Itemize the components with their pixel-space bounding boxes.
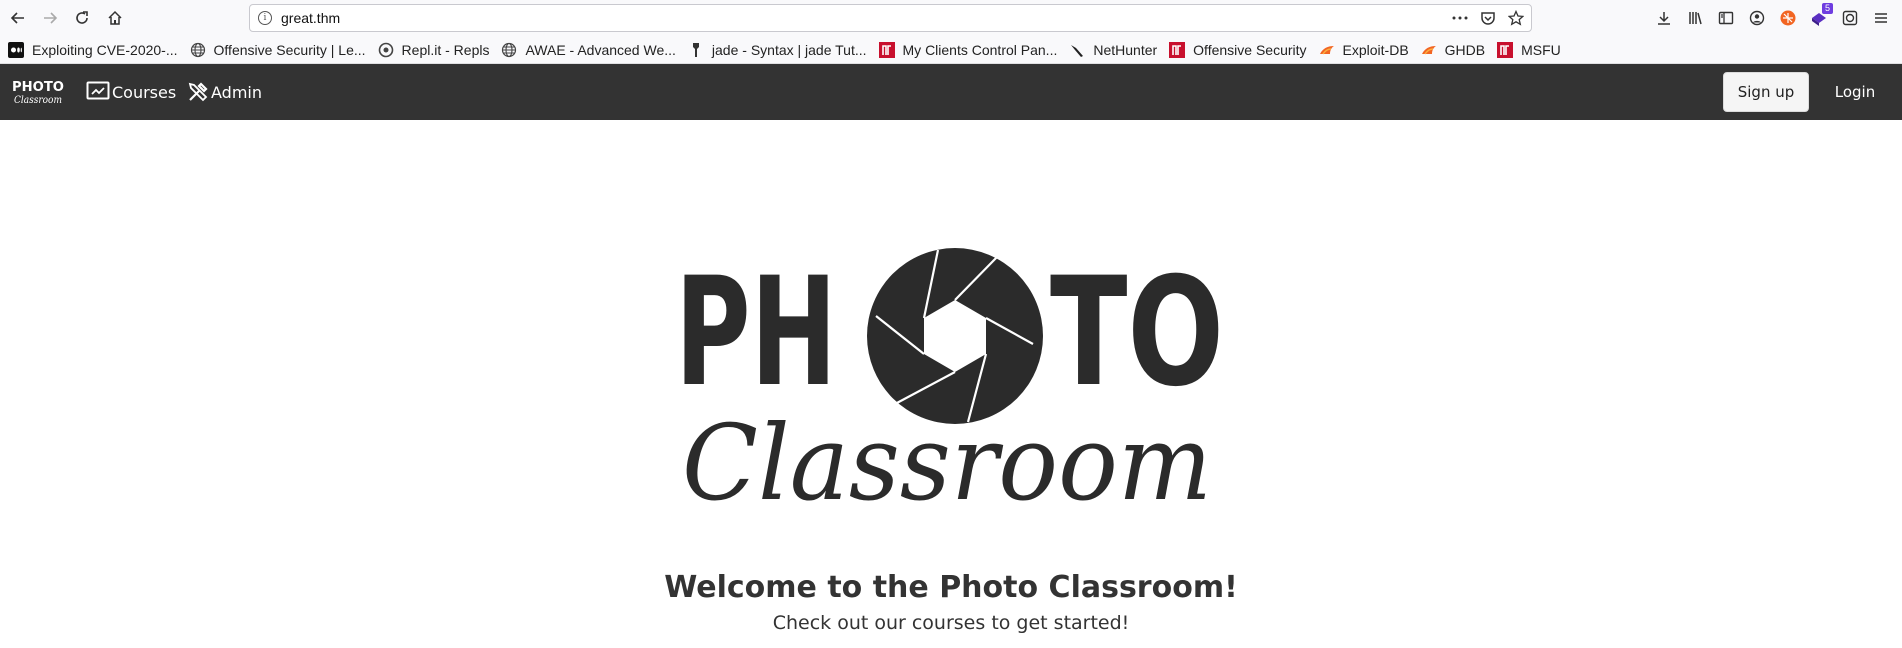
- medium-icon: [8, 41, 24, 58]
- bookmark-item[interactable]: MSFU: [1497, 41, 1561, 58]
- home-icon: [108, 10, 122, 25]
- logo-text-ph: PH: [676, 246, 837, 420]
- info-icon[interactable]: i: [258, 11, 272, 25]
- logo-text-classroom: Classroom: [682, 402, 1212, 514]
- exploitdb-icon: [1319, 42, 1335, 58]
- forward-button[interactable]: [36, 4, 64, 32]
- bookmark-label: GHDB: [1444, 41, 1486, 58]
- aperture-icon: [867, 248, 1043, 424]
- bookmark-item[interactable]: Exploit-DB: [1319, 42, 1409, 58]
- bookmarks-bar: Exploiting CVE-2020-... Offensive Securi…: [0, 36, 1902, 64]
- back-button[interactable]: [4, 4, 32, 32]
- url-actions: [1451, 9, 1525, 27]
- bookmark-item[interactable]: GHDB: [1421, 42, 1485, 58]
- extension-icon[interactable]: [1776, 6, 1800, 30]
- bookmark-item[interactable]: Exploiting CVE-2020-...: [8, 41, 178, 58]
- offsec-icon: [1497, 41, 1514, 58]
- bookmark-item[interactable]: NetHunter: [1069, 42, 1157, 58]
- account-icon[interactable]: [1745, 6, 1769, 30]
- offsec-icon: [878, 41, 895, 58]
- exploitdb-icon: [1421, 42, 1437, 58]
- replit-icon: [378, 42, 394, 58]
- presentation-icon: [86, 81, 110, 100]
- bookmark-label: Exploiting CVE-2020-...: [32, 41, 178, 58]
- browser-toolbar: i great.thm 5: [0, 0, 1902, 36]
- more-icon[interactable]: [1451, 9, 1469, 27]
- bookmark-label: AWAE - Advanced We...: [525, 41, 676, 58]
- extension-badge: 5: [1822, 3, 1833, 14]
- extension-icon[interactable]: [1838, 6, 1862, 30]
- offsec-icon: [1169, 41, 1186, 58]
- signup-button[interactable]: Sign up: [1723, 72, 1809, 112]
- bookmark-label: MSFU: [1521, 41, 1561, 58]
- bookmark-item[interactable]: Offensive Security: [1169, 41, 1307, 58]
- bookmark-item[interactable]: Repl.it - Repls: [378, 41, 490, 58]
- bookmark-item[interactable]: My Clients Control Pan...: [878, 41, 1058, 58]
- bookmark-label: My Clients Control Pan...: [902, 41, 1058, 58]
- welcome-title: Welcome to the Photo Classroom!: [664, 570, 1238, 605]
- bookmark-item[interactable]: AWAE - Advanced We...: [501, 41, 676, 58]
- login-button[interactable]: Login: [1821, 72, 1889, 112]
- globe-icon: [190, 42, 206, 58]
- logo-text-to: TO: [1050, 246, 1224, 420]
- tools-icon: [188, 82, 208, 102]
- reload-icon: [76, 11, 88, 24]
- library-icon[interactable]: [1683, 6, 1707, 30]
- bookmark-item[interactable]: jade - Syntax | jade Tut...: [688, 42, 867, 58]
- bookmark-star-icon[interactable]: [1507, 9, 1525, 27]
- brand-logo-top: PHOTO: [12, 80, 64, 95]
- reload-button[interactable]: [68, 4, 96, 32]
- extension-icon[interactable]: 5: [1807, 3, 1833, 30]
- nav-link-label: Admin: [211, 82, 262, 102]
- pocket-icon[interactable]: [1479, 9, 1497, 27]
- download-icon[interactable]: [1652, 6, 1676, 30]
- bookmark-label: Offensive Security | Le...: [213, 41, 366, 58]
- brand-logo-bottom: Classroom: [14, 95, 62, 106]
- bookmark-label: Offensive Security: [1193, 41, 1307, 58]
- nav-link-admin[interactable]: Admin: [187, 80, 262, 104]
- menu-icon[interactable]: [1869, 6, 1893, 30]
- jade-icon: [688, 42, 704, 58]
- nethunter-icon: [1069, 42, 1085, 58]
- bookmark-label: Exploit-DB: [1342, 41, 1409, 58]
- url-bar[interactable]: i great.thm: [249, 4, 1532, 32]
- photo-classroom-logo: PH TO Classroom: [675, 244, 1226, 524]
- nav-link-courses[interactable]: Courses: [86, 80, 176, 104]
- bookmark-item[interactable]: Offensive Security | Le...: [190, 42, 366, 58]
- brand-logo[interactable]: PHOTO Classroom: [12, 78, 64, 106]
- sidebar-icon[interactable]: [1714, 6, 1738, 30]
- nav-link-label: Courses: [112, 82, 177, 102]
- bookmark-label: NetHunter: [1093, 41, 1158, 58]
- back-icon: [10, 12, 24, 24]
- bookmark-label: Repl.it - Repls: [401, 41, 490, 58]
- toolbar-right: 5: [1652, 3, 1893, 30]
- url-text[interactable]: great.thm: [281, 10, 340, 26]
- forward-icon: [44, 12, 58, 24]
- home-button[interactable]: [101, 4, 129, 32]
- welcome-subtitle: Check out our courses to get started!: [772, 612, 1130, 634]
- globe-icon: [501, 42, 517, 58]
- site-navbar: PHOTO Classroom Courses Admin Sign up Lo…: [0, 64, 1902, 120]
- bookmark-label: jade - Syntax | jade Tut...: [711, 41, 867, 58]
